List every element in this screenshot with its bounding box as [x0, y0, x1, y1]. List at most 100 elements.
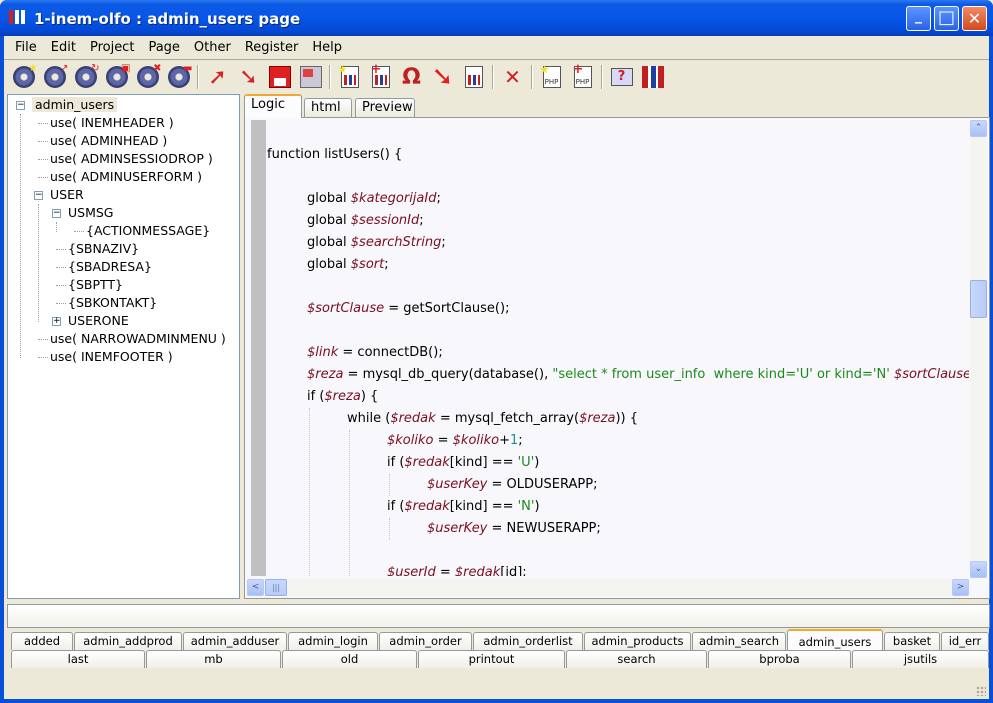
page-button[interactable]: [458, 63, 489, 91]
scroll-right-button[interactable]: >: [952, 579, 969, 596]
toolbar-separator: [601, 65, 603, 89]
save-project-button[interactable]: ▣: [101, 63, 132, 91]
page-tab[interactable]: bproba: [708, 650, 851, 668]
code-text: if (: [307, 389, 325, 404]
reload-project-icon: ↻: [74, 63, 100, 88]
page-tab[interactable]: admin_products: [584, 632, 691, 650]
tree-item[interactable]: USMSG: [68, 204, 114, 222]
new-project-button[interactable]: ★: [8, 63, 39, 91]
import-button[interactable]: ➘: [427, 62, 458, 92]
tree-item[interactable]: use( ADMINSESSIODROP ): [50, 150, 213, 168]
page-tab[interactable]: admin_adduser: [183, 632, 287, 650]
about-button[interactable]: [637, 63, 668, 91]
code-text: =: [433, 433, 453, 448]
delete-project-button[interactable]: ✖: [132, 63, 163, 91]
delete-button[interactable]: ✕: [497, 63, 528, 91]
reload-project-button[interactable]: ↻: [70, 63, 101, 91]
code-line: $link = connectDB();: [307, 342, 443, 364]
collapse-icon[interactable]: −: [52, 209, 61, 218]
save-all-button[interactable]: [295, 63, 326, 91]
tree-item[interactable]: USER: [50, 186, 84, 204]
code-variable: $link: [307, 345, 339, 360]
collapse-icon[interactable]: −: [34, 191, 43, 200]
tree-item[interactable]: USERONE: [68, 312, 129, 330]
menu-help[interactable]: Help: [305, 40, 349, 55]
tab-logic[interactable]: Logic: [244, 94, 302, 118]
undo-button[interactable]: ➚: [202, 63, 233, 91]
help-button[interactable]: ?: [606, 63, 637, 91]
tree-item-label: use( INEMFOOTER ): [50, 349, 173, 364]
page-tab[interactable]: admin_users: [787, 629, 883, 650]
page-tab[interactable]: admin_addprod: [74, 632, 182, 650]
export-project-button[interactable]: ▬: [163, 63, 194, 91]
close-button[interactable]: ✕: [962, 6, 987, 31]
tree-item[interactable]: {SBADRESA}: [68, 258, 152, 276]
vertical-scrollbar[interactable]: ⌃ ⌄: [970, 120, 987, 578]
expand-icon[interactable]: +: [52, 317, 61, 326]
horizontal-scrollbar[interactable]: < ||| >: [247, 579, 969, 596]
title-bar[interactable]: 1-inem-olfo : admin_users page _ □ ✕: [0, 0, 993, 36]
tree-connector: [38, 123, 48, 124]
code-text: = connectDB();: [338, 345, 443, 360]
menu-file[interactable]: File: [8, 40, 44, 55]
page-tab[interactable]: jsutils: [852, 650, 989, 668]
code-area[interactable]: function listUsers() {global $kategorija…: [267, 120, 969, 576]
menu-register[interactable]: Register: [238, 40, 306, 55]
tree-item[interactable]: use( ADMINUSERFORM ): [50, 168, 202, 186]
code-editor[interactable]: function listUsers() {global $kategorija…: [244, 117, 990, 599]
code-line: $koliko = $koliko+1;: [387, 430, 523, 452]
minimize-button[interactable]: _: [906, 6, 931, 31]
vertical-scroll-thumb[interactable]: [970, 279, 987, 318]
page-tab[interactable]: basket: [884, 632, 940, 650]
menu-edit[interactable]: Edit: [44, 40, 83, 55]
open-project-button[interactable]: ↗: [39, 63, 70, 91]
page-tab[interactable]: added: [11, 632, 73, 650]
tree-item[interactable]: {SBNAZIV}: [68, 240, 139, 258]
tab-html[interactable]: html: [304, 98, 352, 118]
tree-item[interactable]: use( INEMFOOTER ): [50, 348, 173, 366]
tree-item[interactable]: admin_users: [32, 96, 118, 114]
page-structure-tree[interactable]: admin_users − use( INEMHEADER ) use( ADMINH…: [7, 94, 240, 599]
tree-connector: [38, 339, 48, 340]
page-tab[interactable]: old: [282, 650, 417, 668]
save-button[interactable]: [264, 63, 295, 91]
tree-item[interactable]: {SBPTT}: [68, 276, 123, 294]
close-icon: ✕: [967, 9, 982, 28]
tree-connector: [56, 267, 66, 268]
redo-button[interactable]: ➘: [233, 63, 264, 91]
page-tab[interactable]: last: [11, 650, 145, 668]
page-tab[interactable]: admin_orderlist: [473, 632, 583, 650]
page-tab[interactable]: printout: [418, 650, 565, 668]
scroll-left-button[interactable]: <: [247, 579, 264, 596]
scroll-up-button[interactable]: ⌃: [970, 120, 987, 137]
page-tab[interactable]: admin_order: [379, 632, 472, 650]
page-tab[interactable]: search: [566, 650, 707, 668]
new-page-button[interactable]: ★: [334, 63, 365, 91]
tree-item[interactable]: use( NARROWADMINMENU ): [50, 330, 226, 348]
tab-preview[interactable]: Preview: [355, 98, 415, 118]
page-tab[interactable]: mb: [146, 650, 281, 668]
page-tab[interactable]: id_err: [941, 632, 989, 650]
resize-grip-icon[interactable]: [976, 686, 986, 696]
menu-page[interactable]: Page: [141, 40, 186, 55]
add-php-button[interactable]: PHP +: [567, 62, 598, 91]
menu-other[interactable]: Other: [187, 40, 238, 55]
new-php-button[interactable]: PHP ★: [536, 63, 567, 91]
scroll-down-button[interactable]: ⌄: [970, 561, 987, 578]
refresh-button[interactable]: Ω: [396, 63, 427, 91]
add-page-button[interactable]: +: [365, 62, 396, 91]
tree-item[interactable]: use( INEMHEADER ): [50, 114, 174, 132]
page-tab[interactable]: admin_login: [288, 632, 378, 650]
horizontal-scroll-thumb[interactable]: |||: [265, 579, 287, 596]
indent-guide: [349, 430, 350, 576]
maximize-button[interactable]: □: [934, 6, 959, 31]
tree-item[interactable]: {SBKONTAKT}: [68, 294, 157, 312]
menu-project[interactable]: Project: [83, 40, 141, 55]
page-tab[interactable]: admin_search: [692, 632, 786, 650]
code-variable: $searchString: [350, 235, 442, 250]
collapse-icon[interactable]: −: [16, 101, 25, 110]
tree-item[interactable]: use( ADMINHEAD ): [50, 132, 167, 150]
code-text: ;: [436, 191, 441, 206]
code-text: ;: [384, 257, 389, 272]
tree-item[interactable]: {ACTIONMESSAGE}: [86, 222, 210, 240]
